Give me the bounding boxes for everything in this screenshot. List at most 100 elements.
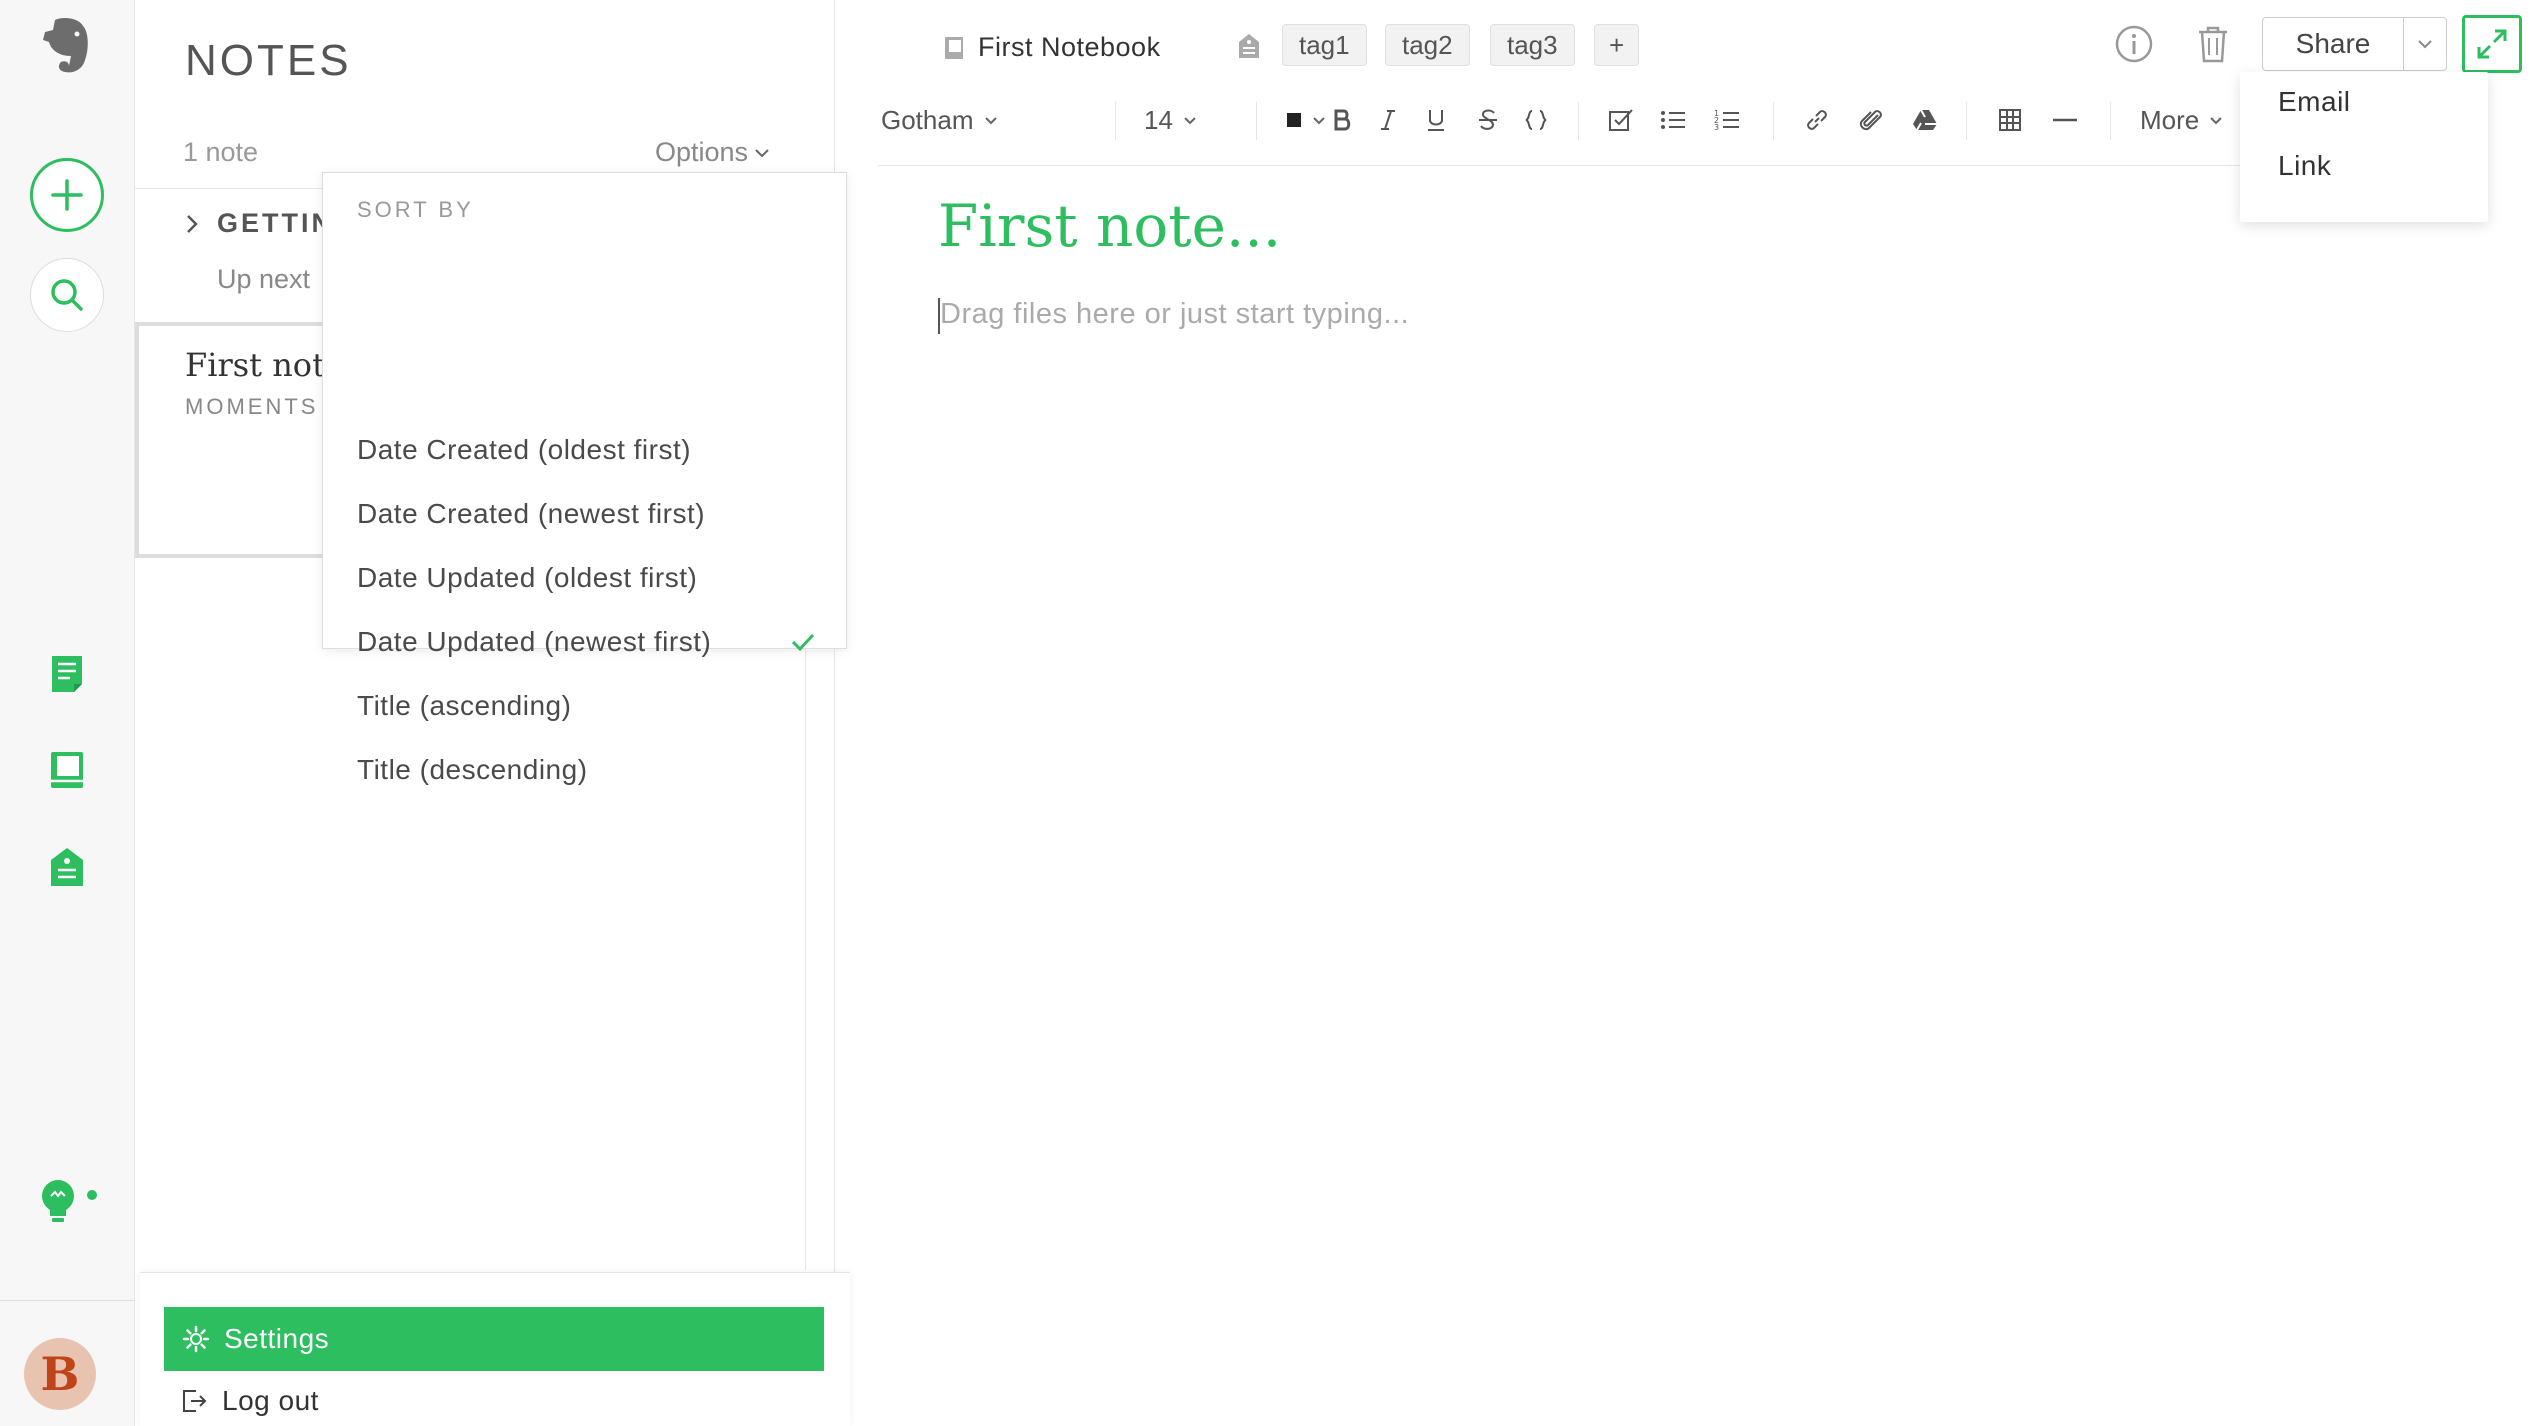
notes-list-title: NOTES: [185, 36, 352, 85]
rail-divider: [0, 1300, 135, 1301]
options-dropdown-toggle[interactable]: Options: [655, 137, 770, 168]
sort-option-label: Date Updated (oldest first): [357, 562, 698, 593]
settings-menu-item[interactable]: Settings: [164, 1307, 824, 1371]
notebook-selector[interactable]: First Notebook: [944, 32, 1161, 63]
strikethrough-icon[interactable]: [1478, 96, 1498, 144]
options-label: Options: [655, 137, 749, 167]
tag-chip[interactable]: tag3: [1490, 24, 1575, 66]
tags-icon[interactable]: [49, 846, 85, 888]
svg-text:3: 3: [1714, 123, 1719, 132]
note-count: 1 note: [183, 137, 259, 167]
toolbar-separator: [1115, 102, 1116, 140]
tag-icon: [1238, 33, 1260, 59]
notebooks-icon[interactable]: [49, 750, 85, 790]
bulleted-list-icon[interactable]: [1660, 96, 1686, 144]
add-tag-button[interactable]: +: [1594, 24, 1640, 66]
sort-option-label: Title (ascending): [357, 690, 572, 721]
expand-button[interactable]: [2462, 15, 2522, 73]
sort-option[interactable]: Title (descending): [357, 745, 816, 795]
table-icon[interactable]: [1998, 96, 2022, 144]
gear-icon: [182, 1325, 210, 1353]
toolbar-separator: [1578, 102, 1579, 140]
toolbar-separator: [1966, 102, 1967, 140]
elephant-logo-icon[interactable]: [41, 16, 93, 76]
notebook-name: First Notebook: [978, 32, 1161, 62]
note-body-input[interactable]: Drag files here or just start typing...: [940, 298, 1409, 331]
toolbar-separator: [1256, 102, 1257, 140]
plus-icon: [51, 179, 83, 211]
note-card-title: First note: [185, 346, 344, 384]
add-tag-label: +: [1609, 29, 1625, 60]
group-label: GETTIN: [217, 208, 334, 238]
share-email-option[interactable]: Email: [2278, 86, 2351, 118]
checkmark-icon: [791, 633, 815, 652]
tag-chip[interactable]: tag2: [1385, 24, 1470, 66]
logout-icon: [183, 1390, 207, 1412]
google-drive-icon[interactable]: [1912, 96, 1938, 144]
toolbar-separator: [2110, 102, 2111, 140]
tag-label: tag1: [1299, 29, 1350, 60]
left-rail: B: [0, 0, 135, 1426]
new-note-button[interactable]: [30, 158, 104, 232]
chevron-down-icon: [755, 148, 769, 157]
lightbulb-icon[interactable]: [38, 1178, 78, 1228]
color-swatch-icon: [1287, 113, 1301, 127]
info-icon[interactable]: [2114, 24, 2154, 64]
link-icon[interactable]: [1804, 96, 1830, 144]
horizontal-rule-icon[interactable]: [2052, 96, 2078, 144]
tag-chip[interactable]: tag1: [1282, 24, 1367, 66]
sort-header: SORT BY: [357, 197, 474, 222]
share-link-option[interactable]: Link: [2278, 150, 2331, 182]
attachment-icon[interactable]: [1858, 96, 1884, 144]
italic-icon[interactable]: [1380, 96, 1396, 144]
sort-option[interactable]: Title (ascending): [357, 681, 816, 731]
chevron-down-icon: [1313, 116, 1325, 124]
font-family-select[interactable]: Gotham: [881, 96, 998, 144]
underline-icon[interactable]: [1427, 96, 1445, 144]
search-icon: [51, 279, 83, 311]
notes-icon[interactable]: [50, 654, 84, 694]
font-size-select[interactable]: 14: [1144, 96, 1197, 144]
note-title-input[interactable]: First note...: [938, 192, 1281, 260]
avatar[interactable]: B: [24, 1338, 96, 1410]
sort-option-label: Date Updated (newest first): [357, 626, 712, 657]
formatting-toolbar: Gotham 14 1 2 3 More: [878, 96, 2250, 166]
chevron-right-icon: [187, 214, 198, 233]
more-formatting-select[interactable]: More: [2140, 96, 2223, 144]
checkbox-icon[interactable]: [1608, 96, 1634, 144]
sort-option[interactable]: Date Created (newest first): [357, 489, 816, 539]
sort-option-selected[interactable]: Date Updated (newest first): [357, 617, 816, 667]
sort-option[interactable]: Date Updated (oldest first): [357, 553, 816, 603]
up-next-label: Up next: [217, 264, 311, 294]
sort-option-label: Date Created (newest first): [357, 498, 706, 529]
font-size-value: 14: [1144, 104, 1173, 135]
note-card-meta: MOMENTS: [185, 394, 319, 419]
code-block-icon[interactable]: [1524, 96, 1548, 144]
toolbar-separator: [1773, 102, 1774, 140]
numbered-list-icon[interactable]: 123: [1714, 96, 1740, 144]
chevron-down-icon: [1184, 116, 1196, 124]
notification-dot: [87, 1190, 97, 1200]
notebook-icon: [945, 36, 963, 59]
sort-option[interactable]: Date Created (oldest first): [357, 425, 816, 475]
chevron-down-icon: [2210, 116, 2222, 124]
logout-menu-item[interactable]: Log out: [180, 1385, 319, 1417]
text-color-select[interactable]: [1286, 96, 1326, 144]
trash-icon[interactable]: [2196, 24, 2230, 64]
share-options-button[interactable]: [2403, 17, 2447, 71]
sort-option-label: Title (descending): [357, 754, 588, 785]
sort-dropdown: SORT BY Date Created (oldest first) Date…: [322, 172, 847, 785]
bold-icon[interactable]: [1332, 96, 1352, 144]
tag-label: tag3: [1507, 29, 1558, 60]
account-menu: Settings Log out: [140, 1272, 850, 1426]
expand-icon: [2477, 29, 2507, 59]
share-button[interactable]: Share: [2262, 17, 2404, 71]
getting-started-group[interactable]: GETTIN: [185, 208, 334, 239]
share-dropdown: Email Link: [2240, 72, 2488, 222]
logout-label: Log out: [222, 1385, 319, 1416]
avatar-letter: B: [40, 1347, 80, 1401]
sort-option-label: Date Created (oldest first): [357, 434, 692, 465]
settings-label: Settings: [224, 1323, 330, 1354]
more-label: More: [2140, 104, 2200, 135]
search-button[interactable]: [30, 258, 104, 332]
